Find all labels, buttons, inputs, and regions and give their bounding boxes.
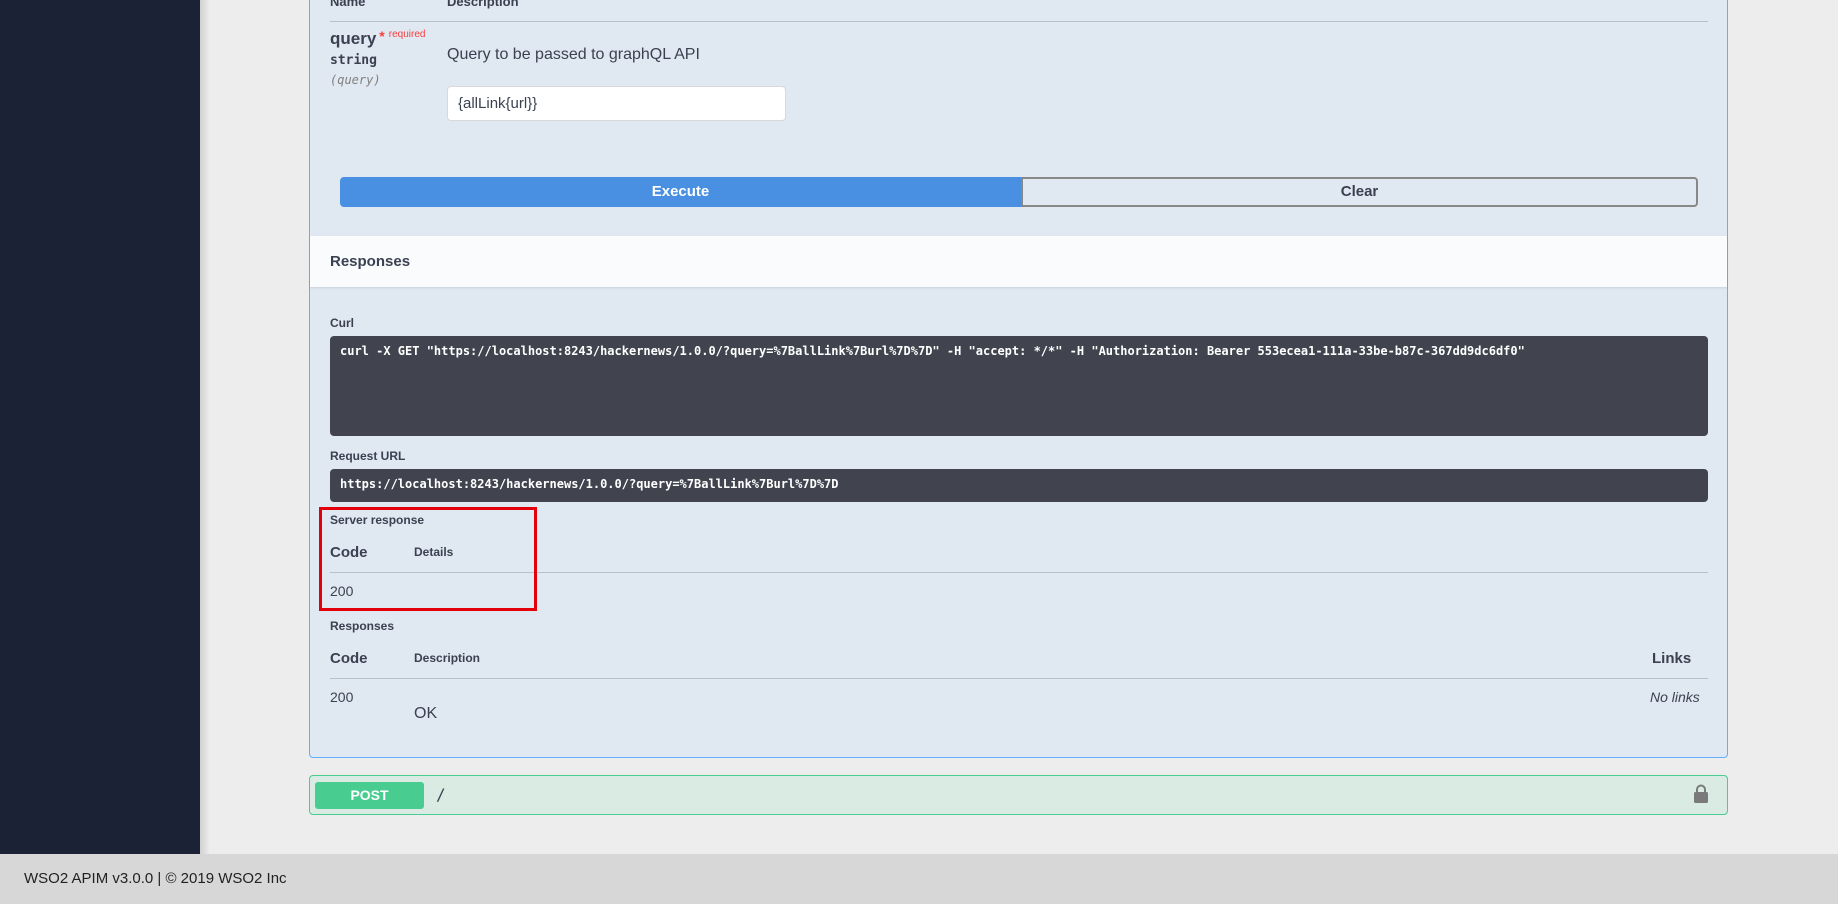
post-operation-block[interactable] <box>309 775 1728 815</box>
param-description: Query to be passed to graphQL API <box>447 46 700 63</box>
parameters-table-header: Name Description <box>330 0 1708 22</box>
sidebar-shadow <box>200 0 210 854</box>
param-type: string <box>330 53 377 68</box>
footer-text: WSO2 APIM v3.0.0 | © 2019 WSO2 Inc <box>24 870 287 887</box>
param-location: (query) <box>330 73 381 87</box>
curl-label: Curl <box>330 316 354 330</box>
responses-section-title: Responses <box>330 253 411 270</box>
response-row-links: No links <box>1650 689 1700 705</box>
required-label: required <box>388 29 426 40</box>
responses-label: Responses <box>330 619 395 633</box>
response-row-description: OK <box>414 705 438 722</box>
post-path[interactable]: / <box>436 785 446 804</box>
name-column-header: Name <box>330 0 366 9</box>
param-name: query * required <box>330 28 426 49</box>
responses-section-header: Responses <box>310 236 1727 287</box>
server-response-highlight <box>319 507 537 611</box>
responses-code-header: Code <box>330 650 368 667</box>
responses-links-header: Links <box>1652 650 1692 667</box>
required-star: * <box>379 28 385 44</box>
query-input[interactable] <box>447 86 786 121</box>
footer: WSO2 APIM v3.0.0 | © 2019 WSO2 Inc <box>0 854 1838 904</box>
request-url-code-block[interactable]: https://localhost:8243/hackernews/1.0.0/… <box>330 469 1708 502</box>
execute-button[interactable]: Execute <box>340 177 1021 207</box>
responses-divider <box>330 678 1708 679</box>
response-row-code: 200 <box>330 689 354 705</box>
post-method-badge[interactable]: POST <box>315 782 424 809</box>
sidebar <box>0 0 200 854</box>
param-name-text: query <box>330 29 377 48</box>
description-column-header: Description <box>447 0 519 9</box>
clear-button[interactable]: Clear <box>1021 177 1698 207</box>
curl-code-block[interactable]: curl -X GET "https://localhost:8243/hack… <box>330 336 1708 436</box>
responses-description-header: Description <box>414 651 481 665</box>
request-url-label: Request URL <box>330 449 406 463</box>
lock-icon[interactable] <box>1693 784 1709 804</box>
